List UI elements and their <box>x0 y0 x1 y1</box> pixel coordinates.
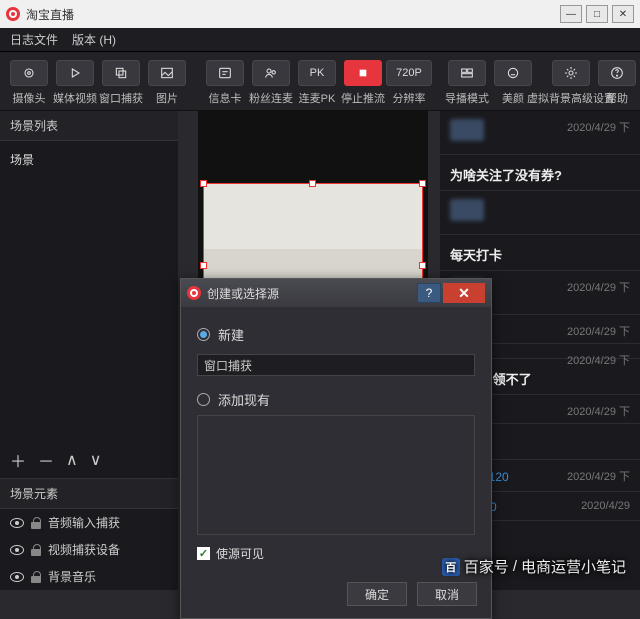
source-item-video[interactable]: 视频捕获设备 <box>0 536 178 563</box>
window-title: 淘宝直播 <box>26 6 74 23</box>
scene-list-header: 场景列表 <box>0 111 178 141</box>
watermark: 百 百家号 / 电商运营小笔记 <box>442 556 626 577</box>
cancel-button[interactable]: 取消 <box>417 582 477 606</box>
radio-icon <box>197 393 210 406</box>
chat-item[interactable]: 每天打卡 <box>440 235 640 271</box>
app-logo-icon <box>6 7 20 21</box>
dialog-titlebar[interactable]: 创建或选择源 ? ✕ <box>181 279 491 307</box>
close-button[interactable]: ✕ <box>612 5 634 23</box>
director-mode-button[interactable] <box>448 60 486 86</box>
move-down-button[interactable]: ∨ <box>90 450 102 470</box>
move-up-button[interactable]: ∧ <box>66 450 78 470</box>
stop-stream-button[interactable] <box>344 60 382 86</box>
sources-header: 场景元素 <box>0 479 178 509</box>
fans-button[interactable] <box>252 60 290 86</box>
director-label: 导播模式 <box>445 90 489 106</box>
source-label: 音频输入捕获 <box>48 514 120 531</box>
eye-icon[interactable] <box>10 570 24 584</box>
dialog-title: 创建或选择源 <box>207 285 279 302</box>
image-label: 图片 <box>156 90 178 106</box>
radio-new[interactable]: 新建 <box>197 325 475 344</box>
source-label: 视频捕获设备 <box>48 541 120 558</box>
window-label: 窗口捕获 <box>99 90 143 106</box>
beauty-button[interactable] <box>494 60 532 86</box>
image-button[interactable] <box>148 60 186 86</box>
camera-button[interactable] <box>10 60 48 86</box>
menubar: 日志文件 版本 (H) <box>0 28 640 52</box>
menu-log[interactable]: 日志文件 <box>10 31 58 48</box>
scene-item[interactable]: 场景 <box>10 147 168 172</box>
chat-item[interactable] <box>440 191 640 235</box>
infocard-label: 信息卡 <box>209 90 242 106</box>
resolution-label: 分辨率 <box>393 90 426 106</box>
maximize-button[interactable]: □ <box>586 5 608 23</box>
chat-item[interactable]: 2020/4/29 下 <box>440 111 640 155</box>
pk-button[interactable]: PK <box>298 60 336 86</box>
eye-icon[interactable] <box>10 516 24 530</box>
visible-checkbox-row[interactable]: ✓使源可见 <box>197 545 475 562</box>
pk-label: 连麦PK <box>299 90 336 106</box>
ok-button[interactable]: 确定 <box>347 582 407 606</box>
help-button[interactable] <box>598 60 636 86</box>
source-item-music[interactable]: 背景音乐 <box>0 563 178 590</box>
beauty-label: 美颜 <box>502 90 524 106</box>
window-capture-button[interactable] <box>102 60 140 86</box>
source-name-input[interactable] <box>197 354 475 376</box>
remove-scene-button[interactable]: － <box>38 448 54 472</box>
radio-icon <box>197 328 210 341</box>
existing-sources-list[interactable] <box>197 415 475 535</box>
source-label: 背景音乐 <box>48 568 96 585</box>
dialog-close-button[interactable]: ✕ <box>443 283 485 303</box>
radio-existing[interactable]: 添加现有 <box>197 390 475 409</box>
add-scene-button[interactable]: ＋ <box>10 448 26 472</box>
fans-label: 粉丝连麦 <box>249 90 293 106</box>
left-sidebar: 场景列表 场景 ＋ － ∧ ∨ 场景元素 音频输入捕获 视频捕获设备 背景音乐 <box>0 111 178 590</box>
infocard-button[interactable] <box>206 60 244 86</box>
lock-icon[interactable] <box>30 544 42 556</box>
dialog-logo-icon <box>187 286 201 300</box>
toolbar: 摄像头 媒体视频 窗口捕获 图片 信息卡 粉丝连麦 PK 连麦PK 停止推流 72… <box>0 52 640 111</box>
lock-icon[interactable] <box>30 571 42 583</box>
menu-version[interactable]: 版本 (H) <box>72 31 116 48</box>
stop-label: 停止推流 <box>341 90 385 106</box>
resolution-button[interactable]: 720P <box>386 60 432 86</box>
media-button[interactable] <box>56 60 94 86</box>
eye-icon[interactable] <box>10 543 24 557</box>
minimize-button[interactable]: — <box>560 5 582 23</box>
vbg-button[interactable] <box>552 60 590 86</box>
baijiahao-icon: 百 <box>442 558 460 576</box>
camera-label: 摄像头 <box>13 90 46 106</box>
help-label: 帮助 <box>606 90 628 106</box>
media-label: 媒体视频 <box>53 90 97 106</box>
window-titlebar: 淘宝直播 — □ ✕ <box>0 0 640 28</box>
checkbox-icon[interactable]: ✓ <box>197 547 210 560</box>
source-item-audio[interactable]: 音频输入捕获 <box>0 509 178 536</box>
chat-item[interactable]: 为啥关注了没有券? <box>440 155 640 191</box>
lock-icon[interactable] <box>30 517 42 529</box>
dialog-help-button[interactable]: ? <box>417 283 441 303</box>
